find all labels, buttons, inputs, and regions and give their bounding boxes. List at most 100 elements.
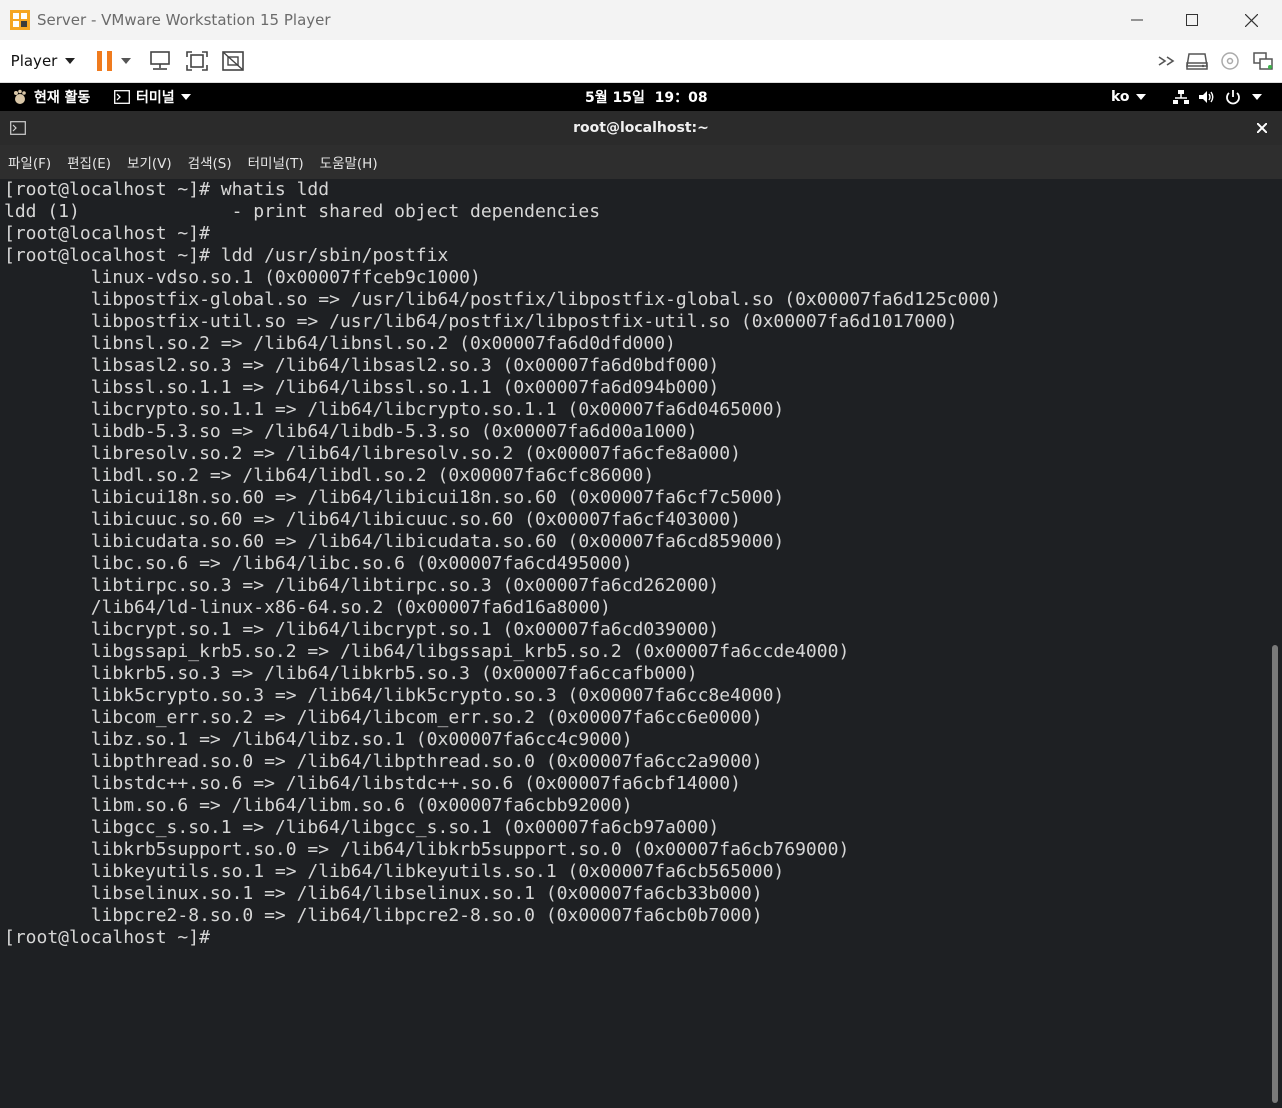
chevron-down-icon — [1252, 94, 1262, 100]
unity-icon — [222, 51, 244, 71]
terminal-headerbar: root@localhost:~ — [0, 111, 1282, 145]
terminal-line: libgcc_s.so.1 => /lib64/libgcc_s.so.1 (0… — [4, 817, 720, 838]
close-icon — [1257, 123, 1267, 133]
activities-button[interactable]: 현재 활동 — [12, 83, 90, 111]
terminal-line: libpthread.so.0 => /lib64/libpthread.so.… — [4, 751, 763, 772]
terminal-app-icon — [114, 90, 130, 104]
terminal-line: libcom_err.so.2 => /lib64/libcom_err.so.… — [4, 707, 763, 728]
window-title: Server - VMware Workstation 15 Player — [37, 11, 331, 29]
input-method-label: ko — [1111, 89, 1130, 105]
network-adapter-icon — [1253, 52, 1273, 70]
terminal-lines: [root@localhost ~]# whatis ldd ldd (1) - … — [0, 179, 1270, 949]
network-adapter-button[interactable] — [1250, 40, 1276, 82]
clock-button[interactable]: 5월 15일 19：08 — [585, 83, 708, 111]
terminal-line: libcrypto.so.1.1 => /lib64/libcrypto.so.… — [4, 399, 785, 420]
terminal-line: libk5crypto.so.3 => /lib64/libk5crypto.s… — [4, 685, 785, 706]
terminal-line: libcrypt.so.1 => /lib64/libcrypt.so.1 (0… — [4, 619, 720, 640]
double-chevron-icon — [1158, 56, 1175, 66]
chevron-down-icon — [180, 94, 191, 100]
chevron-down-icon — [65, 58, 76, 64]
system-status-menu[interactable] — [1172, 83, 1262, 111]
terminal-icon — [10, 121, 26, 135]
terminal-line: libm.so.6 => /lib64/libm.so.6 (0x00007fa… — [4, 795, 633, 816]
menu-help[interactable]: 도움말(H) — [320, 152, 378, 172]
terminal-line: ldd (1) - print shared object dependenci… — [4, 201, 601, 222]
fullscreen-icon — [186, 51, 208, 71]
terminal-title: root@localhost:~ — [573, 120, 709, 136]
menu-search[interactable]: 검색(S) — [188, 152, 232, 172]
terminal-line: libsasl2.so.3 => /lib64/libsasl2.so.3 (0… — [4, 355, 720, 376]
close-icon — [1244, 13, 1258, 27]
terminal-line: libkrb5.so.3 => /lib64/libkrb5.so.3 (0x0… — [4, 663, 698, 684]
terminal-scrollbar[interactable] — [1270, 179, 1282, 1108]
hard-disk-icon — [1186, 53, 1208, 70]
terminal-line: libkrb5support.so.0 => /lib64/libkrb5sup… — [4, 839, 850, 860]
app-menu-label: 터미널 — [136, 90, 175, 106]
vmware-toolbar: Player — [0, 40, 1282, 83]
minimize-button[interactable] — [1108, 0, 1166, 40]
fullscreen-button[interactable] — [183, 40, 211, 82]
maximize-icon — [1186, 14, 1198, 26]
clock-label: 5월 15일 19：08 — [585, 90, 708, 106]
terminal-line: libnsl.so.2 => /lib64/libnsl.so.2 (0x000… — [4, 333, 676, 354]
menu-edit[interactable]: 편집(E) — [67, 152, 111, 172]
terminal-line: libicui18n.so.60 => /lib64/libicui18n.so… — [4, 487, 785, 508]
terminal-line: libkeyutils.so.1 => /lib64/libkeyutils.s… — [4, 861, 785, 882]
gnome-top-bar: 현재 활동 터미널 5월 15일 19：08 ko — [0, 83, 1282, 111]
cd-rom-button[interactable] — [1217, 40, 1243, 82]
unity-button[interactable] — [219, 40, 247, 82]
terminal-line: libdl.so.2 => /lib64/libdl.so.2 (0x00007… — [4, 465, 655, 486]
power-icon — [1226, 90, 1240, 105]
chevron-down-icon — [121, 58, 131, 64]
terminal-new-tab-button[interactable] — [10, 121, 26, 139]
terminal-line: libpostfix-util.so => /usr/lib64/postfix… — [4, 311, 958, 332]
app-menu-terminal[interactable]: 터미널 — [114, 83, 191, 111]
send-ctrl-alt-del-icon — [150, 51, 170, 70]
terminal-scroll-thumb[interactable] — [1272, 645, 1278, 1103]
close-button[interactable] — [1222, 0, 1280, 40]
terminal-line: libresolv.so.2 => /lib64/libresolv.so.2 … — [4, 443, 741, 464]
more-devices-button[interactable] — [1154, 40, 1180, 82]
terminal-line: libz.so.1 => /lib64/libz.so.1 (0x00007fa… — [4, 729, 633, 750]
maximize-button[interactable] — [1163, 0, 1221, 40]
terminal-line: libtirpc.so.3 => /lib64/libtirpc.so.3 (0… — [4, 575, 720, 596]
volume-icon — [1199, 91, 1214, 103]
input-method-button[interactable]: ko — [1111, 83, 1146, 111]
cd-rom-icon — [1221, 52, 1239, 70]
terminal-close-button[interactable] — [1252, 119, 1272, 137]
terminal-menubar: 파일(F) 편집(E) 보기(V) 검색(S) 터미널(T) 도움말(H) — [0, 145, 1282, 179]
hard-disk-button[interactable] — [1184, 40, 1210, 82]
terminal-line: [root@localhost ~]# ldd /usr/sbin/postfi… — [4, 245, 449, 266]
terminal-line: libdb-5.3.so => /lib64/libdb-5.3.so (0x0… — [4, 421, 698, 442]
player-menu-label: Player — [10, 52, 58, 70]
terminal-line: libpostfix-global.so => /usr/lib64/postf… — [4, 289, 1001, 310]
minimize-icon — [1131, 19, 1143, 21]
terminal-line: libselinux.so.1 => /lib64/libselinux.so.… — [4, 883, 763, 904]
window-titlebar: Server - VMware Workstation 15 Player — [0, 0, 1282, 40]
terminal-line: /lib64/ld-linux-x86-64.so.2 (0x00007fa6d… — [4, 597, 611, 618]
gnome-foot-icon — [14, 89, 26, 104]
pause-button[interactable] — [88, 40, 138, 82]
menu-view[interactable]: 보기(V) — [127, 152, 172, 172]
terminal-output[interactable]: [root@localhost ~]# whatis ldd ldd (1) - … — [0, 179, 1270, 1108]
menu-terminal[interactable]: 터미널(T) — [248, 152, 304, 172]
terminal-line: [root@localhost ~]# whatis ldd — [4, 179, 330, 200]
chevron-down-icon — [1135, 94, 1146, 100]
terminal-line: [root@localhost ~]# — [4, 223, 210, 244]
terminal-line: libc.so.6 => /lib64/libc.so.6 (0x00007fa… — [4, 553, 633, 574]
terminal-line: libssl.so.1.1 => /lib64/libssl.so.1.1 (0… — [4, 377, 720, 398]
terminal-line: libicuuc.so.60 => /lib64/libicuuc.so.60 … — [4, 509, 741, 530]
activities-label: 현재 활동 — [34, 90, 91, 106]
terminal-line: linux-vdso.so.1 (0x00007ffceb9c1000) — [4, 267, 481, 288]
pause-icon — [97, 51, 112, 71]
terminal-line: [root@localhost ~]# — [4, 927, 210, 948]
terminal-line: libstdc++.so.6 => /lib64/libstdc++.so.6 … — [4, 773, 741, 794]
send-ctrl-alt-del-button[interactable] — [146, 40, 174, 82]
terminal-line: libicudata.so.60 => /lib64/libicudata.so… — [4, 531, 785, 552]
vmware-logo-icon — [10, 10, 30, 30]
player-menu-button[interactable]: Player — [8, 40, 78, 82]
network-wired-icon — [1173, 90, 1189, 104]
terminal-line: libgssapi_krb5.so.2 => /lib64/libgssapi_… — [4, 641, 850, 662]
terminal-line: libpcre2-8.so.0 => /lib64/libpcre2-8.so.… — [4, 905, 763, 926]
menu-file[interactable]: 파일(F) — [8, 152, 51, 172]
